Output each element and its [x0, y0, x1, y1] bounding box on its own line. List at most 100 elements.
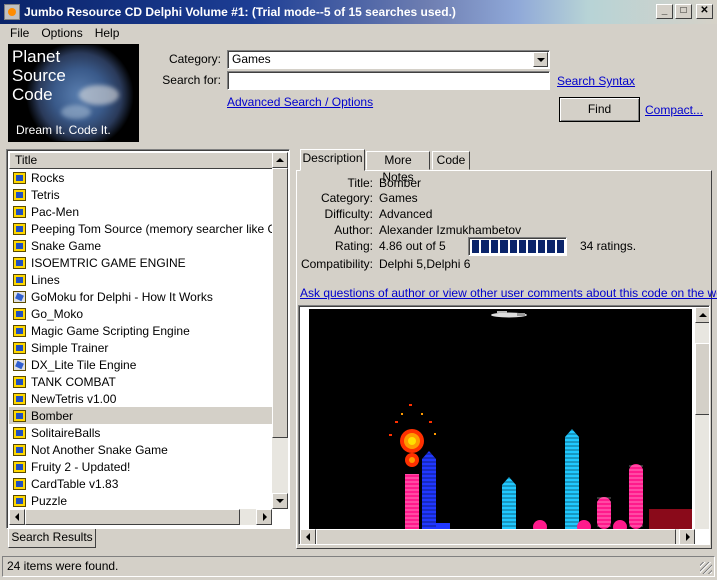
scroll-left-icon[interactable]	[300, 529, 316, 544]
scroll-thumb[interactable]	[272, 168, 288, 438]
list-item-title: Go_Moko	[31, 306, 84, 321]
resize-grip-icon[interactable]	[700, 562, 712, 574]
scroll-left-icon[interactable]	[9, 509, 25, 525]
building-4	[565, 429, 579, 529]
comments-link[interactable]: Ask questions of author or view other us…	[300, 286, 717, 300]
category-select[interactable]: Games	[227, 50, 550, 69]
rating-block	[537, 240, 546, 253]
minimize-button[interactable]: _	[656, 4, 673, 19]
rating-count: 34 ratings.	[580, 239, 637, 253]
rating-block	[547, 240, 555, 253]
vb-code-icon	[13, 426, 26, 439]
menu-help[interactable]: Help	[89, 26, 126, 40]
find-button[interactable]: Find	[559, 97, 640, 122]
list-item[interactable]: Pac-Men	[9, 203, 272, 220]
tab-search-results[interactable]: Search Results	[8, 529, 96, 548]
list-item[interactable]: Lines	[9, 271, 272, 288]
list-item-title: Rocks	[31, 170, 65, 185]
status-bar: 24 items were found.	[2, 556, 715, 577]
rating-block	[472, 240, 480, 253]
list-item[interactable]: CardTable v1.83	[9, 475, 272, 492]
list-item-title: DX_Lite Tile Engine	[31, 357, 137, 372]
list-item[interactable]: ISOEMTRIC GAME ENGINE	[9, 254, 272, 271]
logo-cloud	[61, 105, 91, 119]
screenshot-horizontal-scrollbar[interactable]	[300, 529, 695, 544]
rating-block	[519, 240, 527, 253]
tab-description[interactable]: Description	[300, 149, 365, 171]
difficulty-field-label: Difficulty:	[324, 207, 373, 221]
list-item[interactable]: DX_Lite Tile Engine	[9, 356, 272, 373]
planet-source-code-logo: Planet Source Code Dream It. Code It.	[8, 44, 139, 142]
scroll-right-icon[interactable]	[679, 529, 695, 544]
list-item[interactable]: Not Another Snake Game	[9, 441, 272, 458]
rating-block	[556, 240, 565, 253]
author-field-value: Alexander Izmukhambetov	[379, 223, 522, 237]
status-text: 24 items were found.	[7, 559, 119, 573]
results-rows: Rocks Tetris Pac-Men Peeping Tom Source (me…	[9, 169, 272, 509]
scroll-thumb[interactable]	[695, 343, 709, 415]
list-item-title: Not Another Snake Game	[31, 442, 168, 457]
list-item-title: NewTetris v1.00	[31, 391, 117, 406]
search-input[interactable]	[227, 71, 550, 90]
logo-line-2: Source	[12, 66, 66, 85]
list-item[interactable]: GoMoku for Delphi - How It Works	[9, 288, 272, 305]
advanced-search-link[interactable]: Advanced Search / Options	[227, 95, 373, 109]
menu-options[interactable]: Options	[35, 26, 88, 40]
app-icon[interactable]	[4, 4, 20, 20]
compact-link[interactable]: Compact...	[645, 103, 703, 117]
scroll-right-icon[interactable]	[256, 509, 272, 525]
vb-code-icon	[13, 171, 26, 184]
rating-block	[490, 240, 499, 253]
list-item[interactable]: SolitaireBalls	[9, 424, 272, 441]
list-item[interactable]: Tetris	[9, 186, 272, 203]
menu-bar: File Options Help	[0, 24, 717, 42]
search-syntax-link[interactable]: Search Syntax	[557, 74, 635, 88]
list-item[interactable]: Simple Trainer	[9, 339, 272, 356]
list-item[interactable]: NewTetris v1.00	[9, 390, 272, 407]
logo-tagline: Dream It. Code It.	[16, 123, 111, 137]
list-item-title: Puzzle	[31, 493, 68, 508]
menu-file[interactable]: File	[4, 26, 35, 40]
scroll-down-icon[interactable]	[272, 493, 288, 509]
column-header-label: Title	[15, 153, 38, 167]
list-item-title: TANK COMBAT	[31, 374, 116, 389]
scroll-up-icon[interactable]	[272, 152, 288, 168]
list-item[interactable]: Rocks	[9, 169, 272, 186]
author-field-label: Author:	[334, 223, 373, 237]
chevron-down-icon[interactable]	[533, 52, 548, 67]
title-column-header[interactable]: Title	[9, 152, 287, 169]
hscroll-thumb[interactable]	[316, 529, 676, 544]
logo-line-1: Planet	[12, 47, 61, 66]
screenshot-vertical-scrollbar[interactable]	[695, 307, 709, 529]
list-item[interactable]: Peeping Tom Source (memory searcher like…	[9, 220, 272, 237]
building-1	[405, 474, 419, 529]
rating-progress-bar	[468, 237, 567, 256]
list-item[interactable]: TANK COMBAT	[9, 373, 272, 390]
dx-icon	[13, 358, 26, 371]
hscroll-thumb[interactable]	[25, 509, 240, 525]
results-list[interactable]: Title Rocks Tetris Pac-Men Peeping Tom Sour…	[6, 149, 290, 529]
list-item[interactable]: Fruity 2 - Updated!	[9, 458, 272, 475]
list-vertical-scrollbar[interactable]	[272, 152, 288, 509]
title-field-label: Title:	[347, 176, 373, 190]
list-item[interactable]: Snake Game	[9, 237, 272, 254]
list-item[interactable]: Puzzle	[9, 492, 272, 509]
list-horizontal-scrollbar[interactable]	[9, 509, 272, 525]
scroll-up-icon[interactable]	[695, 307, 709, 323]
title-bar: Jumbo Resource CD Delphi Volume #1: (Tri…	[0, 0, 717, 24]
list-item[interactable]: Bomber	[9, 407, 272, 424]
vb-code-icon	[13, 273, 26, 286]
close-button[interactable]: ✕	[696, 4, 713, 19]
list-item[interactable]: Magic Game Scripting Engine	[9, 322, 272, 339]
tab-more-notes[interactable]: More Notes	[366, 151, 430, 184]
list-item-title: Fruity 2 - Updated!	[31, 459, 131, 474]
building-3	[502, 477, 516, 529]
list-item[interactable]: Go_Moko	[9, 305, 272, 322]
vb-code-icon	[13, 222, 26, 235]
bomber-game-screenshot	[309, 309, 692, 529]
maximize-button[interactable]: □	[675, 4, 692, 19]
tab-code[interactable]: Code	[432, 151, 470, 170]
compatibility-field-label: Compatibility:	[300, 257, 373, 271]
window-controls: _ □ ✕	[656, 4, 713, 19]
rating-field-label: Rating:	[334, 239, 373, 253]
